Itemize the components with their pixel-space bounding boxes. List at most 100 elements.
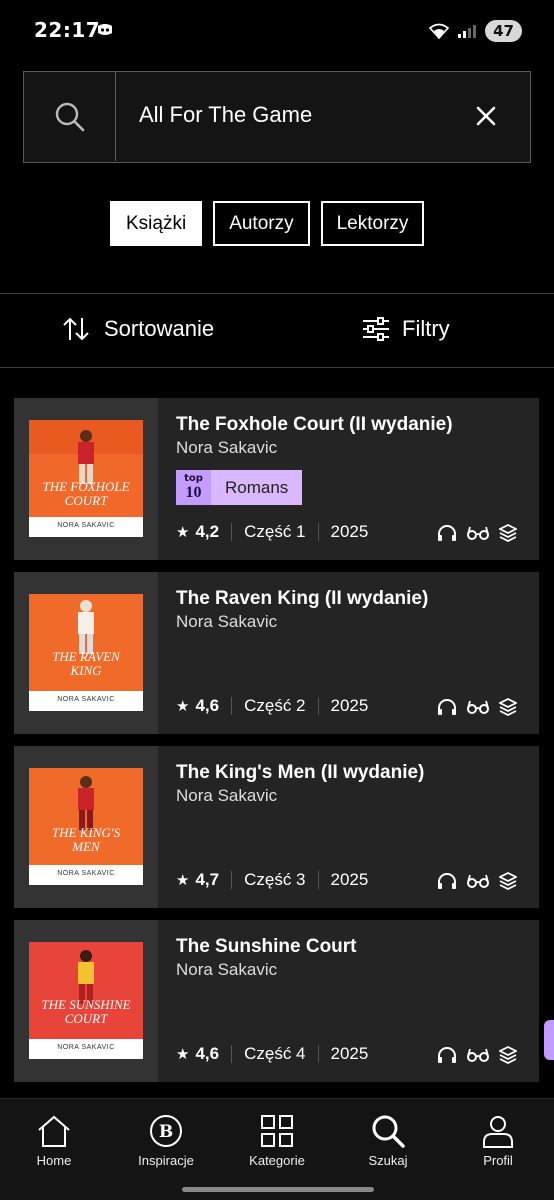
separator xyxy=(231,697,233,715)
status-time: 22:17 xyxy=(34,18,101,42)
nav-categories-label: Kategorie xyxy=(249,1153,305,1168)
book-cover: THE RAVEN KING NORA SAKAVIC xyxy=(29,594,143,711)
nav-home[interactable]: Home xyxy=(4,1113,104,1168)
separator xyxy=(317,697,319,715)
filter-button[interactable]: Filtry xyxy=(362,316,450,342)
clear-search-button[interactable] xyxy=(472,102,500,130)
nav-categories[interactable]: Kategorie xyxy=(227,1113,327,1168)
separator xyxy=(317,1045,319,1063)
top10-category: Romans xyxy=(211,470,303,505)
profile-icon xyxy=(483,1116,513,1148)
book-card[interactable]: THE RAVEN KING NORA SAKAVIC The Raven Ki… xyxy=(14,572,539,734)
book-year: 2025 xyxy=(330,870,369,889)
book-title[interactable]: The King's Men (II wydanie) xyxy=(176,762,424,784)
book-year: 2025 xyxy=(330,1044,369,1063)
nav-inspiration-label: Inspiracje xyxy=(138,1153,194,1168)
book-author[interactable]: Nora Sakavic xyxy=(176,438,277,458)
book-card[interactable]: THE SUNSHINE COURT NORA SAKAVIC The Suns… xyxy=(14,920,539,1082)
reading-glasses-icon xyxy=(467,1048,489,1062)
star-icon: ★ xyxy=(176,872,190,889)
search-icon xyxy=(372,1115,405,1148)
cover-title: THE FOXHOLE COURT xyxy=(42,479,130,508)
divider xyxy=(0,293,554,294)
book-rating: 4,7 xyxy=(195,870,220,889)
cover-author: NORA SAKAVIC xyxy=(57,870,115,877)
format-icons xyxy=(437,524,517,542)
format-icons xyxy=(437,1046,517,1064)
book-rating: 4,6 xyxy=(195,1044,220,1063)
book-meta: ★ 4,7 Część 3 2025 xyxy=(176,870,368,890)
format-icons xyxy=(437,872,517,890)
headphones-icon xyxy=(438,699,456,715)
separator xyxy=(317,523,319,541)
book-year: 2025 xyxy=(330,522,369,541)
star-icon: ★ xyxy=(176,1046,190,1063)
book-card[interactable]: THE FOXHOLE COURT NORA SAKAVIC The Foxho… xyxy=(14,398,539,560)
book-meta: ★ 4,2 Część 1 2025 xyxy=(176,522,368,542)
book-title[interactable]: The Sunshine Court xyxy=(176,936,357,958)
book-rating: 4,6 xyxy=(195,696,220,715)
cover-container: THE RAVEN KING NORA SAKAVIC xyxy=(14,572,158,734)
reading-glasses-icon xyxy=(467,874,489,888)
tab-authors[interactable]: Autorzy xyxy=(213,201,310,246)
cover-author: NORA SAKAVIC xyxy=(57,1044,115,1051)
book-card[interactable]: THE KING'S MEN NORA SAKAVIC The King's M… xyxy=(14,746,539,908)
book-part: Część 1 xyxy=(244,522,306,541)
cover-title: THE SUNSHINE COURT xyxy=(41,997,131,1026)
top10-logo: top 10 xyxy=(176,470,211,505)
layers-icon xyxy=(499,1046,517,1064)
book-meta: ★ 4,6 Część 2 2025 xyxy=(176,696,368,716)
book-part: Część 3 xyxy=(244,870,306,889)
book-title[interactable]: The Raven King (II wydanie) xyxy=(176,588,428,610)
book-cover: THE KING'S MEN NORA SAKAVIC xyxy=(29,768,143,885)
home-indicator[interactable] xyxy=(182,1187,374,1192)
search-bar[interactable]: All For The Game xyxy=(23,71,531,163)
status-bar: 22:17 47 xyxy=(0,0,554,60)
notification-app-icon xyxy=(98,24,112,35)
cover-container: THE FOXHOLE COURT NORA SAKAVIC xyxy=(14,398,158,560)
nav-profile[interactable]: Profil xyxy=(448,1113,548,1168)
sort-filter-row: Sortowanie Filtry xyxy=(0,310,554,354)
book-author[interactable]: Nora Sakavic xyxy=(176,612,277,632)
nav-search[interactable]: Szukaj xyxy=(338,1113,438,1168)
book-rating: 4,2 xyxy=(195,522,220,541)
search-input[interactable]: All For The Game xyxy=(139,102,312,128)
headphones-icon xyxy=(438,1047,456,1063)
separator xyxy=(317,871,319,889)
headphones-icon xyxy=(438,525,456,541)
filter-label: Filtry xyxy=(402,316,450,341)
book-author[interactable]: Nora Sakavic xyxy=(176,960,277,980)
reading-glasses-icon xyxy=(467,700,489,714)
top10-logo-number: 10 xyxy=(185,484,202,501)
sort-button[interactable]: Sortowanie xyxy=(62,316,214,342)
side-panel-handle[interactable] xyxy=(544,1020,554,1060)
star-icon: ★ xyxy=(176,524,190,541)
search-tabs: Książki Autorzy Lektorzy xyxy=(110,201,425,246)
top10-badge: top 10 Romans xyxy=(176,470,303,505)
cover-title: THE RAVEN KING xyxy=(52,649,120,678)
nav-profile-label: Profil xyxy=(483,1153,513,1168)
book-title[interactable]: The Foxhole Court (II wydanie) xyxy=(176,414,453,436)
book-list: THE FOXHOLE COURT NORA SAKAVIC The Foxho… xyxy=(14,398,539,1094)
divider xyxy=(0,367,554,368)
sort-icon xyxy=(63,317,89,341)
bottom-navigation: Home B Inspiracje Kategorie Szukaj Profi… xyxy=(0,1098,554,1200)
tab-books[interactable]: Książki xyxy=(110,201,203,246)
cover-container: THE SUNSHINE COURT NORA SAKAVIC xyxy=(14,920,158,1082)
book-year: 2025 xyxy=(330,696,369,715)
separator xyxy=(231,523,233,541)
book-author[interactable]: Nora Sakavic xyxy=(176,786,277,806)
svg-text:B: B xyxy=(159,1122,173,1142)
cover-container: THE KING'S MEN NORA SAKAVIC xyxy=(14,746,158,908)
status-icons: 47 xyxy=(429,18,522,44)
nav-inspiration[interactable]: B Inspiracje xyxy=(116,1113,216,1168)
top10-logo-text: top xyxy=(184,473,203,484)
separator xyxy=(231,1045,233,1063)
search-icon xyxy=(55,102,84,131)
close-icon xyxy=(476,106,496,126)
tab-narrators[interactable]: Lektorzy xyxy=(320,201,425,246)
headphones-icon xyxy=(438,873,456,889)
search-button[interactable] xyxy=(24,72,116,161)
cover-title: THE KING'S MEN xyxy=(51,825,121,854)
sort-label: Sortowanie xyxy=(104,316,215,341)
